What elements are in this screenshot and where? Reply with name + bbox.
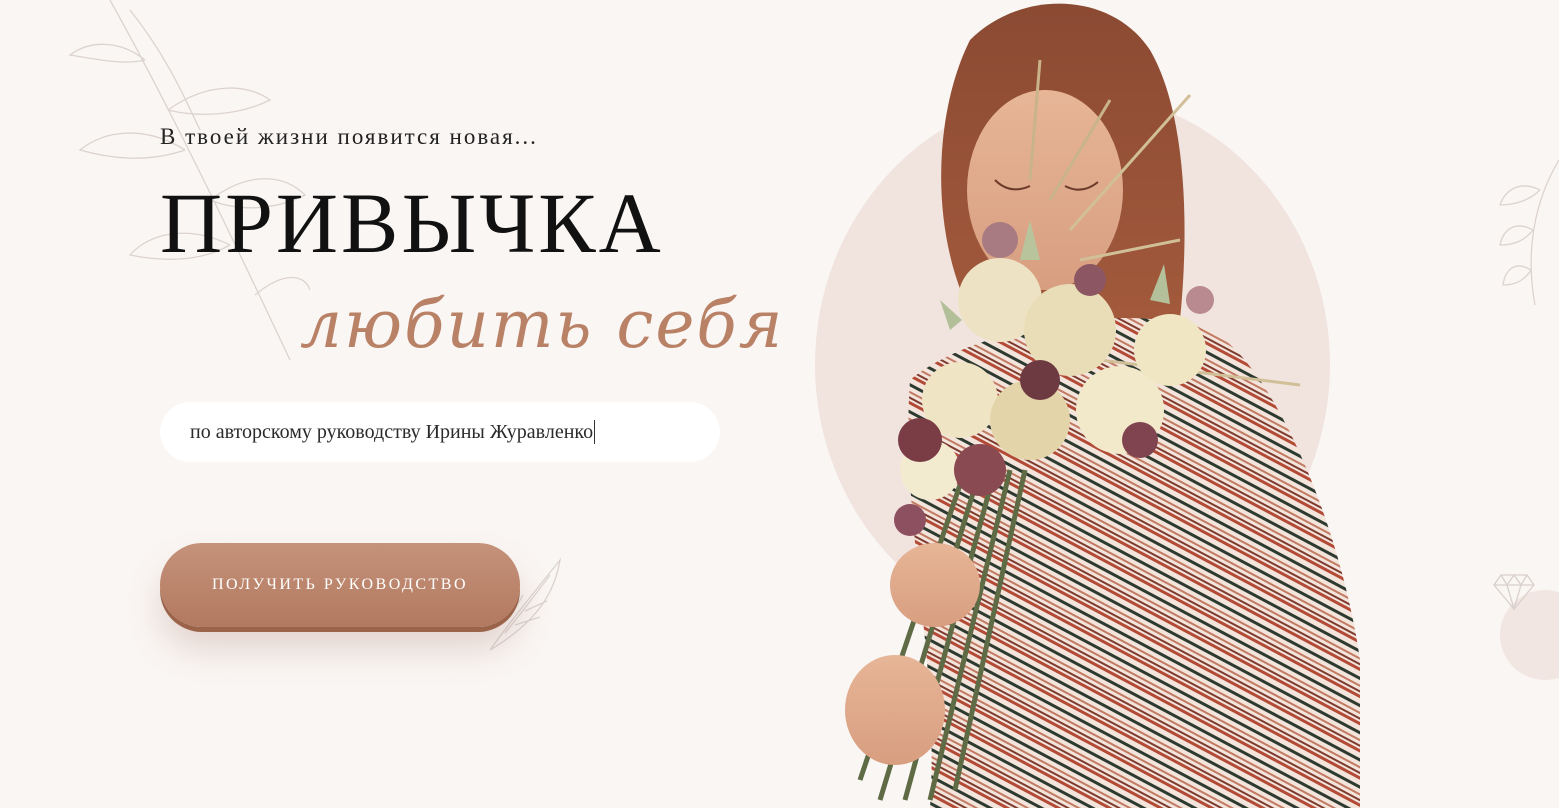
tagline-pill: по авторскому руководству Ирины Журавлен… <box>160 402 720 462</box>
hero-title: ПРИВЫЧКА <box>160 175 664 271</box>
diamond-outline-icon <box>1493 573 1535 611</box>
hero-subtitle: любить себя <box>300 286 785 363</box>
tagline-text: по авторскому руководству Ирины Журавлен… <box>190 420 594 443</box>
hero-pretitle: В твоей жизни появится новая... <box>160 124 538 149</box>
hero-photo-woman-with-bouquet <box>820 0 1360 808</box>
hero-section: В твоей жизни появится новая... ПРИВЫЧКА… <box>0 0 1559 808</box>
get-guide-button[interactable]: ПОЛУЧИТЬ РУКОВОДСТВО <box>160 543 520 627</box>
text-cursor <box>594 420 596 444</box>
leaf-decoration-right <box>1495 150 1559 310</box>
